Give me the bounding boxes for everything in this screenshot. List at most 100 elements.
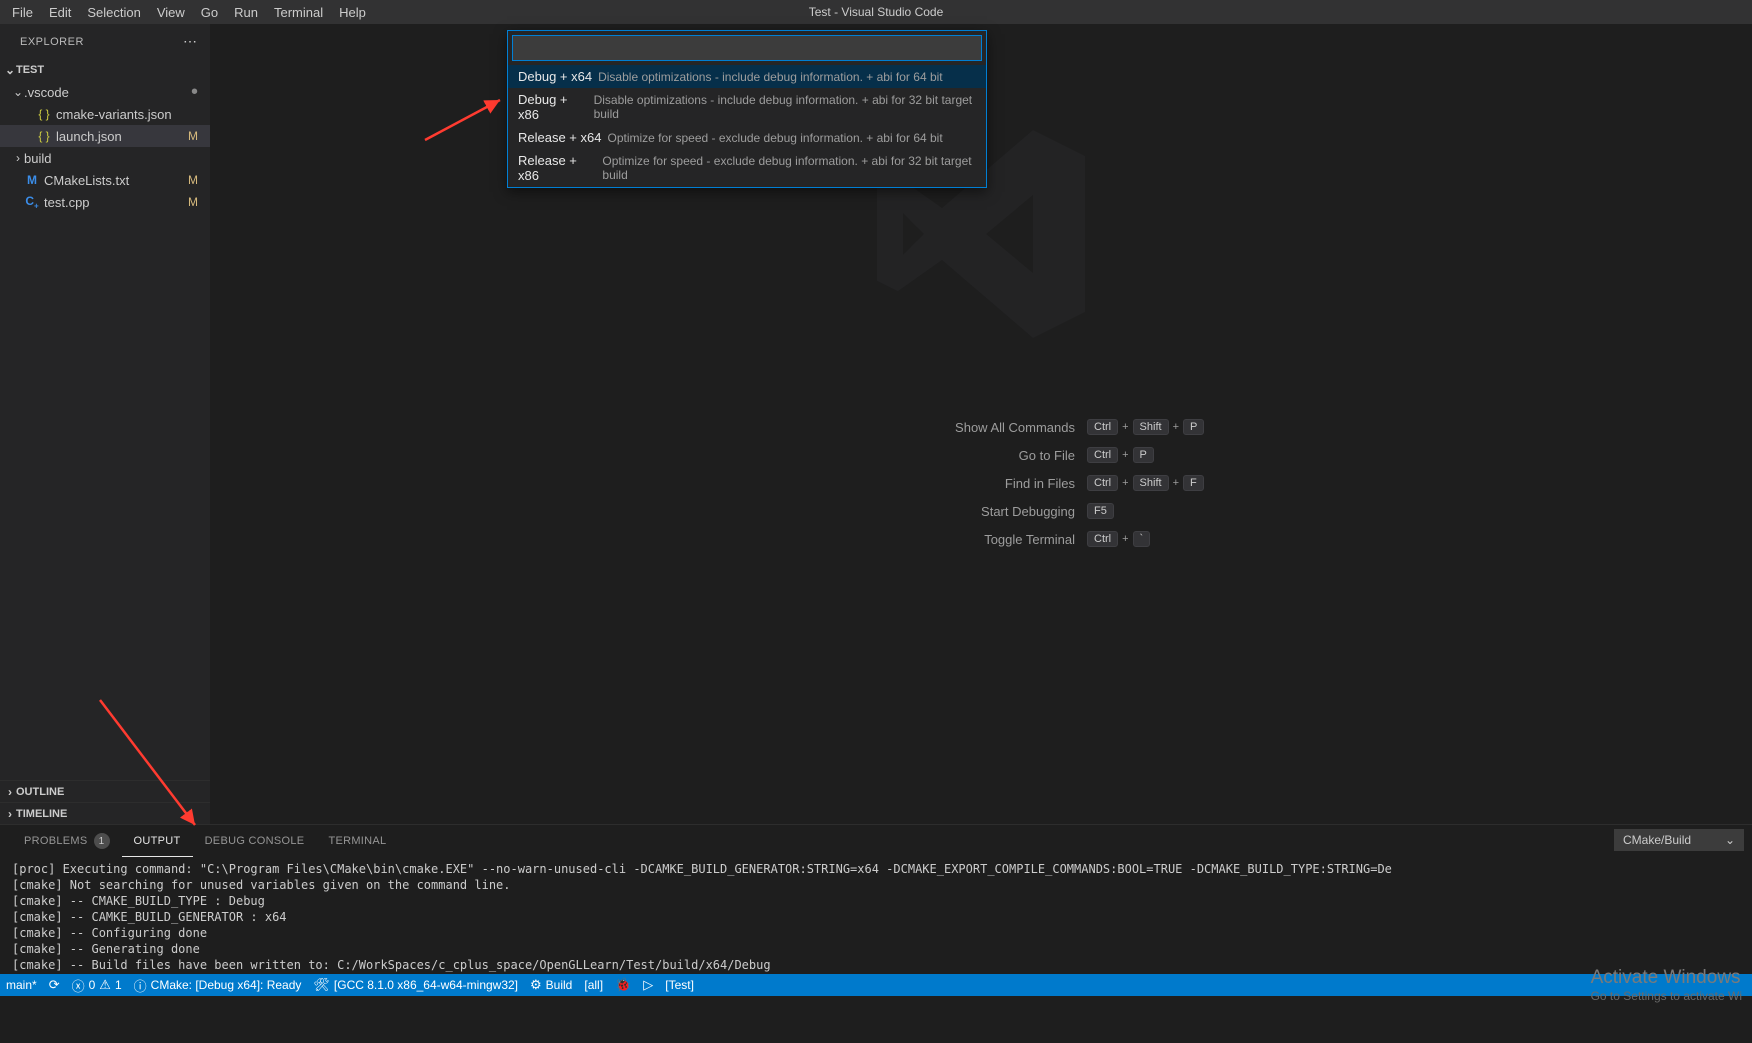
wrench-icon: 🛠 [313,977,330,993]
chevron-down-icon: ⌄ [1725,833,1735,847]
menu-edit[interactable]: Edit [41,0,79,24]
menu-view[interactable]: View [149,0,193,24]
shortcut-label: Toggle Terminal [695,532,1075,547]
project-section[interactable]: ⌄ TEST [0,59,210,81]
shortcut-debug: Start Debugging F5 [695,503,1267,519]
status-build-target[interactable]: [all] [578,974,609,996]
quickpick-item-release-x86[interactable]: Release + x86 Optimize for speed - exclu… [508,149,986,187]
status-errors[interactable]: ⓧ 0 ⚠ 1 [66,974,128,996]
activate-sub: Go to Settings to activate Wi [1591,989,1742,1003]
item-primary: Release + x64 [518,130,601,145]
chevron-right-icon: › [4,785,16,799]
file-test-cpp[interactable]: C+ test.cpp M [0,191,210,213]
problems-count-badge: 1 [94,833,110,849]
statusbar: main* ⟳ ⓧ 0 ⚠ 1 ⓘ CMake: [Debug x64]: Read… [0,974,1752,996]
file-tree: ⌄ .vscode • { } cmake-variants.json { } … [0,81,210,780]
outline-label: OUTLINE [16,786,64,798]
quickpick-dropdown: Debug + x64 Disable optimizations - incl… [507,30,987,188]
shortcut-terminal: Toggle Terminal Ctrl+` [695,531,1267,547]
channel-label: CMake/Build [1623,833,1691,847]
output-channel-select[interactable]: CMake/Build ⌄ [1614,829,1744,851]
file-label: cmake-variants.json [56,107,210,122]
quickpick-list: Debug + x64 Disable optimizations - incl… [508,65,986,187]
quickpick-item-debug-x86[interactable]: Debug + x86 Disable optimizations - incl… [508,88,986,126]
play-icon: ▷ [643,977,653,993]
key: Ctrl [1087,475,1118,491]
welcome-shortcuts: Show All Commands Ctrl+Shift+P Go to Fil… [210,419,1752,547]
panel-tabs: PROBLEMS 1 OUTPUT DEBUG CONSOLE TERMINAL… [0,825,1752,857]
shortcut-go-to-file: Go to File Ctrl+P [695,447,1267,463]
modified-badge: M [188,195,210,209]
menu-selection[interactable]: Selection [79,0,148,24]
file-cmakelists[interactable]: M CMakeLists.txt M [0,169,210,191]
folder-label: build [24,151,210,166]
modified-badge: M [188,129,210,143]
status-run-target[interactable]: [Test] [659,974,700,996]
info-icon: ⓘ [134,976,147,995]
cmake-icon: M [24,173,40,187]
status-run[interactable]: ▷ [637,974,659,996]
menu-file[interactable]: File [4,0,41,24]
quickpick-item-release-x64[interactable]: Release + x64 Optimize for speed - exclu… [508,126,986,149]
error-icon: ⓧ [72,976,85,995]
file-cmake-variants[interactable]: { } cmake-variants.json [0,103,210,125]
key: F5 [1087,503,1114,519]
menu-help[interactable]: Help [331,0,374,24]
warning-icon: ⚠ [99,977,111,993]
modified-badge: M [188,173,210,187]
json-icon: { } [36,107,52,121]
item-desc: Disable optimizations - include debug in… [594,93,976,121]
status-kit[interactable]: 🛠 [GCC 8.1.0 x86_64-w64-mingw32] [307,974,524,996]
quickpick-item-debug-x64[interactable]: Debug + x64 Disable optimizations - incl… [508,65,986,88]
tab-debug-console[interactable]: DEBUG CONSOLE [193,825,317,857]
file-launch-json[interactable]: { } launch.json M [0,125,210,147]
tab-label: PROBLEMS [24,835,88,847]
key: P [1183,419,1204,435]
file-label: test.cpp [44,195,188,210]
chevron-right-icon: › [4,807,16,821]
explorer-label: EXPLORER [20,36,84,48]
shortcut-label: Show All Commands [695,420,1075,435]
status-branch[interactable]: main* [0,974,43,996]
folder-build[interactable]: › build [0,147,210,169]
annotation-arrow-icon [420,95,510,145]
menu-run[interactable]: Run [226,0,266,24]
item-desc: Disable optimizations - include debug in… [598,70,943,84]
key: ` [1133,531,1151,547]
chevron-right-icon: › [12,151,24,165]
item-primary: Release + x86 [518,153,596,183]
explorer-more-icon[interactable]: ⋯ [183,33,198,50]
chevron-down-icon: ⌄ [4,63,16,77]
warning-count: 1 [115,978,122,992]
menu-go[interactable]: Go [193,0,226,24]
item-desc: Optimize for speed - exclude debug infor… [602,154,976,182]
cpp-icon: C+ [24,194,40,210]
cmake-label: CMake: [Debug x64]: Ready [151,978,302,992]
folder-vscode[interactable]: ⌄ .vscode • [0,81,210,103]
shortcut-label: Find in Files [695,476,1075,491]
timeline-label: TIMELINE [16,808,67,820]
bug-icon: 🐞 [615,977,631,993]
project-name: TEST [16,64,44,76]
key: Shift [1133,419,1169,435]
status-debug[interactable]: 🐞 [609,974,637,996]
status-cmake-variant[interactable]: ⓘ CMake: [Debug x64]: Ready [128,974,308,996]
key: Ctrl [1087,531,1118,547]
menu-terminal[interactable]: Terminal [266,0,331,24]
status-build[interactable]: ⚙ Build [524,974,578,996]
folder-label: .vscode [24,85,191,100]
key: P [1133,447,1154,463]
tab-terminal[interactable]: TERMINAL [316,825,398,857]
key: Ctrl [1087,447,1118,463]
error-count: 0 [89,978,96,992]
status-sync[interactable]: ⟳ [43,974,66,996]
kit-label: [GCC 8.1.0 x86_64-w64-mingw32] [334,978,518,992]
output-body[interactable]: [proc] Executing command: "C:\Program Fi… [0,857,1752,974]
item-primary: Debug + x86 [518,92,588,122]
key: Ctrl [1087,419,1118,435]
quickpick-input[interactable] [512,35,982,61]
shortcut-find-files: Find in Files Ctrl+Shift+F [695,475,1267,491]
branch-label: main* [6,978,37,992]
gear-icon: ⚙ [530,977,542,993]
window-title: Test - Visual Studio Code [809,5,944,19]
